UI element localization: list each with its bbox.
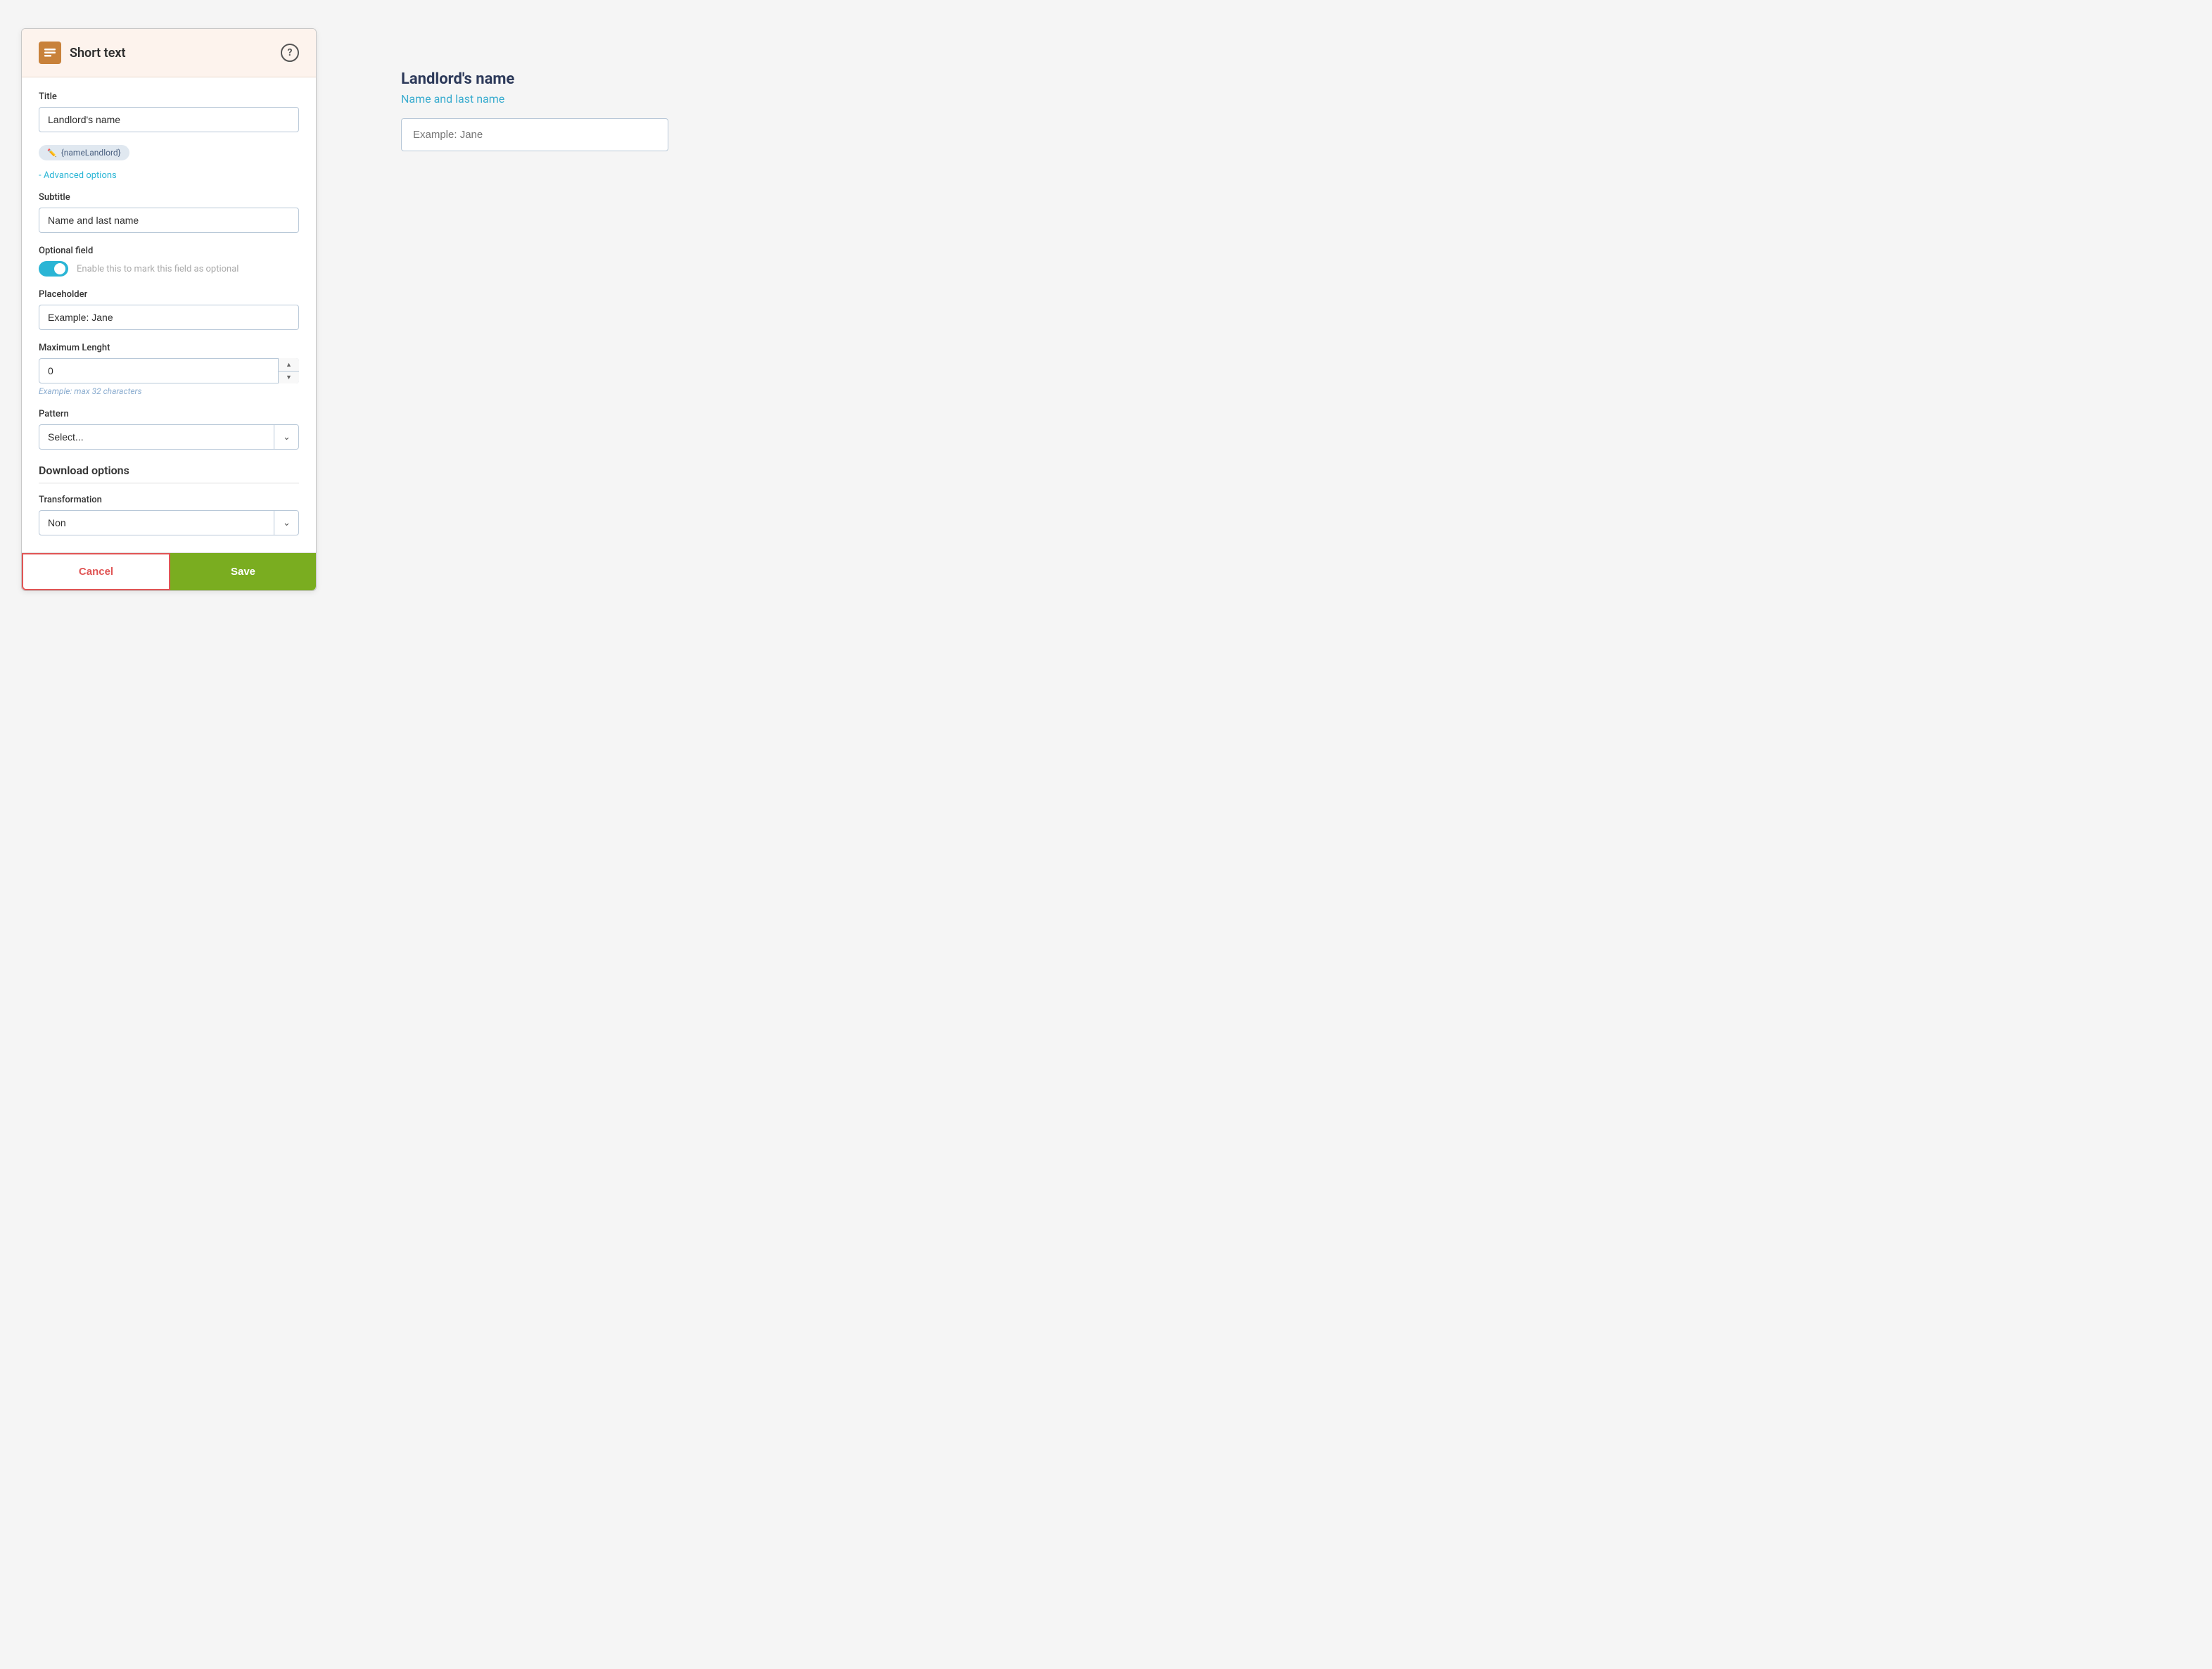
tag-row: ✏️ {nameLandlord} (39, 145, 299, 160)
dialog-footer: Cancel Save (22, 552, 316, 590)
save-button[interactable]: Save (170, 553, 316, 590)
subtitle-input[interactable] (39, 208, 299, 233)
pencil-icon: ✏️ (47, 148, 57, 158)
subtitle-label: Subtitle (39, 192, 299, 203)
page-layout: Short text ? Title ✏️ {nameLandlord} - A… (21, 28, 2191, 591)
transformation-select-wrapper: Non Uppercase Lowercase Capitalize ⌄ (39, 510, 299, 535)
download-section-divider: Download options (39, 464, 299, 483)
placeholder-input[interactable] (39, 305, 299, 330)
download-section-title: Download options (39, 464, 299, 477)
increment-button[interactable]: ▲ (279, 358, 299, 372)
decrement-button[interactable]: ▼ (279, 372, 299, 384)
help-icon[interactable]: ? (281, 44, 299, 62)
pattern-label: Pattern (39, 409, 299, 419)
title-field-group: Title (39, 91, 299, 132)
short-text-icon (39, 42, 61, 64)
preview-title: Landlord's name (401, 70, 514, 88)
transformation-label: Transformation (39, 495, 299, 505)
name-tag-badge[interactable]: ✏️ {nameLandlord} (39, 145, 129, 160)
toggle-slider (39, 261, 68, 277)
dialog-body: Title ✏️ {nameLandlord} - Advanced optio… (22, 77, 316, 535)
preview-subtitle: Name and last name (401, 92, 504, 106)
transformation-field-group: Transformation Non Uppercase Lowercase C… (39, 495, 299, 535)
optional-toggle[interactable] (39, 261, 68, 277)
optional-hint-text: Enable this to mark this field as option… (77, 264, 239, 274)
pattern-field-group: Pattern Select... Email Phone Number URL… (39, 409, 299, 450)
dialog-header-left: Short text (39, 42, 126, 64)
placeholder-label: Placeholder (39, 289, 299, 300)
dialog-title: Short text (70, 46, 126, 61)
title-input[interactable] (39, 107, 299, 132)
preview-input[interactable] (401, 118, 668, 151)
number-spinners: ▲ ▼ (278, 358, 299, 383)
transformation-select[interactable]: Non Uppercase Lowercase Capitalize (39, 510, 299, 535)
max-length-input[interactable] (39, 358, 299, 383)
optional-field-group: Optional field Enable this to mark this … (39, 246, 299, 277)
subtitle-field-group: Subtitle (39, 192, 299, 233)
dialog-header: Short text ? (22, 29, 316, 77)
optional-field-label: Optional field (39, 246, 299, 256)
max-length-wrapper: ▲ ▼ (39, 358, 299, 383)
short-text-dialog: Short text ? Title ✏️ {nameLandlord} - A… (21, 28, 317, 591)
max-length-field-group: Maximum Lenght ▲ ▼ Example: max 32 chara… (39, 343, 299, 396)
placeholder-field-group: Placeholder (39, 289, 299, 330)
advanced-options-toggle[interactable]: - Advanced options (39, 170, 117, 181)
max-length-hint: Example: max 32 characters (39, 386, 299, 396)
optional-row: Enable this to mark this field as option… (39, 261, 299, 277)
title-label: Title (39, 91, 299, 102)
max-length-label: Maximum Lenght (39, 343, 299, 353)
tag-value: {nameLandlord} (61, 148, 121, 158)
cancel-button[interactable]: Cancel (22, 553, 170, 590)
pattern-select[interactable]: Select... Email Phone Number URL (39, 424, 299, 450)
pattern-select-wrapper: Select... Email Phone Number URL ⌄ (39, 424, 299, 450)
preview-panel: Landlord's name Name and last name (373, 28, 2191, 193)
